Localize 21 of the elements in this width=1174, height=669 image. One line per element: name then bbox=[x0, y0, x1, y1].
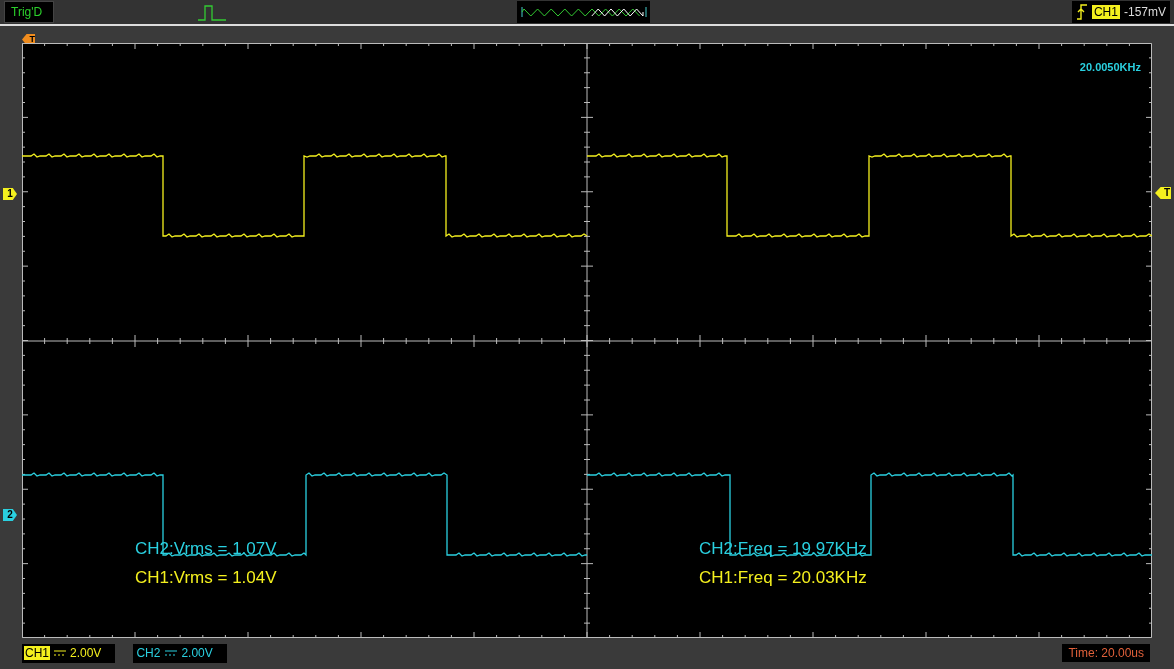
trigger-level-marker[interactable]: T bbox=[1155, 187, 1171, 199]
channel-name: CH2 bbox=[135, 646, 162, 660]
waveform-overview[interactable] bbox=[517, 1, 650, 23]
channel-scale-panel[interactable]: CH1 2.00V bbox=[22, 643, 116, 663]
dc-coupling-icon bbox=[165, 649, 178, 657]
measurement-readout: CH1:Vrms = 1.04V bbox=[135, 568, 278, 588]
channel-scale: 2.00V bbox=[70, 646, 102, 660]
pulse-icon bbox=[197, 3, 227, 21]
measurement-readout: CH1:Freq = 20.03KHz bbox=[699, 568, 867, 588]
timebase-readout[interactable]: Time: 20.00us bbox=[1062, 644, 1150, 662]
channel-scale-panel[interactable]: CH2 2.00V bbox=[133, 643, 227, 663]
rising-edge-icon bbox=[1075, 4, 1088, 20]
frequency-readout: 20.0050KHz bbox=[1079, 61, 1141, 73]
trigger-status: Trig'D bbox=[4, 1, 54, 23]
dc-coupling-icon bbox=[54, 649, 66, 657]
channel-marker[interactable]: 2 bbox=[3, 509, 17, 521]
channel-scale: 2.00V bbox=[181, 646, 213, 660]
channel-marker[interactable]: 1 bbox=[3, 188, 17, 200]
trigger-source: CH1 bbox=[1091, 5, 1120, 19]
trigger-level: -157mV bbox=[1123, 5, 1166, 19]
channel-name: CH1 bbox=[24, 646, 50, 660]
